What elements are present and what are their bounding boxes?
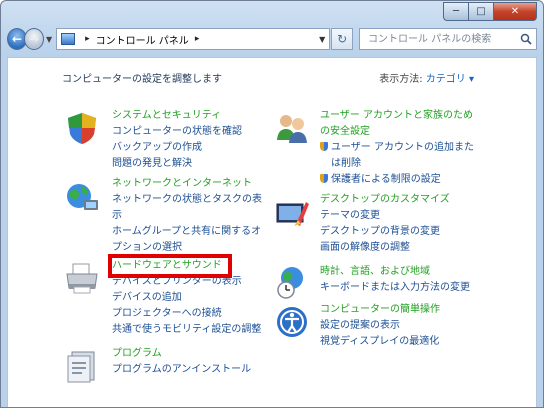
link-change-keyboard[interactable]: キーボードまたは入力方法の変更 (320, 280, 470, 296)
address-bar[interactable]: ▸ コントロール パネル ▸ ▼ (56, 28, 331, 50)
link-change-desktop-background[interactable]: デスクトップの背景の変更 (320, 224, 450, 240)
view-by-dropdown[interactable]: カテゴリ (426, 74, 466, 85)
category-clock-language-region: 時計、言語、および地域 キーボードまたは入力方法の変更 (320, 264, 470, 296)
breadcrumb-separator[interactable]: ▸ (85, 34, 90, 44)
link-connect-projector[interactable]: プロジェクターへの接続 (112, 306, 261, 322)
category-title-programs[interactable]: プログラム (112, 346, 251, 362)
page-title: コンピューターの設定を調整します (62, 74, 222, 85)
category-system-security: システムとセキュリティ コンピューターの状態を確認 バックアップの作成 問題の発… (112, 108, 242, 172)
link-optimize-visual-display[interactable]: 視覚ディスプレイの最適化 (320, 334, 440, 350)
maximize-button[interactable]: □ (469, 2, 494, 21)
dropdown-arrow-icon[interactable]: ▾ (469, 74, 474, 85)
navigation-bar: ← → ▼ ▸ コントロール パネル ▸ ▼ ↻ (7, 27, 538, 51)
network-globe-icon[interactable] (64, 180, 100, 216)
link-uninstall-program[interactable]: プログラムのアンインストール (112, 362, 251, 378)
programs-icon[interactable] (64, 348, 100, 384)
content-area: コンピューターの設定を調整します 表示方法: カテゴリ ▾ システムとセキュリテ… (7, 57, 537, 407)
link-adjust-resolution[interactable]: 画面の解像度の調整 (320, 240, 450, 256)
link-change-theme[interactable]: テーマの変更 (320, 208, 450, 224)
category-title-network-internet[interactable]: ネットワークとインターネット (112, 176, 262, 192)
link-network-status[interactable]: ネットワークの状態とタスクの表 (112, 192, 262, 208)
refresh-button[interactable]: ↻ (331, 28, 354, 50)
category-ease-of-access: コンピューターの簡単操作 設定の提案の表示 視覚ディスプレイの最適化 (320, 302, 440, 350)
category-network-internet: ネットワークとインターネット ネットワークの状態とタスクの表 示 ホームグループ… (112, 176, 262, 256)
ease-of-access-icon[interactable] (274, 304, 310, 340)
link-add-remove-accounts-cont[interactable]: は削除 (320, 156, 474, 172)
control-panel-window: ─ □ ✕ ← → ▼ ▸ コントロール パネル ▸ ▼ ↻ コンピューターの設… (0, 0, 544, 408)
recent-pages-dropdown-icon[interactable]: ▼ (46, 35, 52, 44)
search-box[interactable] (359, 28, 538, 50)
control-panel-icon (61, 33, 76, 45)
close-button[interactable]: ✕ (494, 2, 537, 21)
category-appearance: デスクトップのカスタマイズ テーマの変更 デスクトップの背景の変更 画面の解像度… (320, 192, 450, 256)
link-add-remove-accounts[interactable]: ユーザー アカウントの追加また (320, 140, 474, 156)
clock-language-region-icon[interactable] (274, 264, 310, 300)
category-programs: プログラム プログラムのアンインストール (112, 346, 251, 378)
caption-buttons: ─ □ ✕ (443, 2, 537, 21)
search-icon[interactable] (520, 33, 532, 45)
link-homegroup-sharing[interactable]: ホームグループと共有に関するオ (112, 224, 262, 240)
link-find-fix-problems[interactable]: 問題の発見と解決 (112, 156, 242, 172)
category-title-user-accounts-cont[interactable]: の安全設定 (320, 124, 474, 140)
search-input[interactable] (366, 32, 521, 46)
view-by: 表示方法: カテゴリ ▾ (379, 70, 474, 85)
link-mobility-settings[interactable]: 共通で使うモビリティ設定の調整 (112, 322, 261, 338)
view-by-label: 表示方法: (379, 74, 423, 85)
link-network-status-cont[interactable]: 示 (112, 208, 262, 224)
category-title-user-accounts[interactable]: ユーザー アカウントと家族のため (320, 108, 474, 124)
appearance-icon[interactable] (274, 196, 310, 232)
printer-icon[interactable] (64, 260, 100, 296)
link-check-computer-status[interactable]: コンピューターの状態を確認 (112, 124, 242, 140)
breadcrumb-control-panel[interactable]: コントロール パネル (96, 32, 189, 47)
forward-button[interactable]: → (23, 28, 44, 50)
highlight-box (108, 254, 232, 278)
link-add-device[interactable]: デバイスの追加 (112, 290, 261, 306)
link-create-backup[interactable]: バックアップの作成 (112, 140, 242, 156)
link-parental-controls[interactable]: 保護者による制限の設定 (320, 172, 474, 188)
system-security-shield-icon[interactable] (64, 110, 100, 146)
breadcrumb-chevron-icon[interactable]: ▸ (195, 34, 200, 44)
category-title-ease-of-access[interactable]: コンピューターの簡単操作 (320, 302, 440, 318)
minimize-button[interactable]: ─ (443, 2, 469, 21)
category-title-system-security[interactable]: システムとセキュリティ (112, 108, 242, 124)
category-title-clock-language-region[interactable]: 時計、言語、および地域 (320, 264, 470, 280)
address-dropdown-icon[interactable]: ▼ (319, 35, 325, 44)
category-title-appearance[interactable]: デスクトップのカスタマイズ (320, 192, 450, 208)
link-suggested-settings[interactable]: 設定の提案の表示 (320, 318, 440, 334)
user-accounts-icon[interactable] (274, 110, 310, 146)
category-user-accounts: ユーザー アカウントと家族のため の安全設定 ユーザー アカウントの追加また は… (320, 108, 474, 188)
